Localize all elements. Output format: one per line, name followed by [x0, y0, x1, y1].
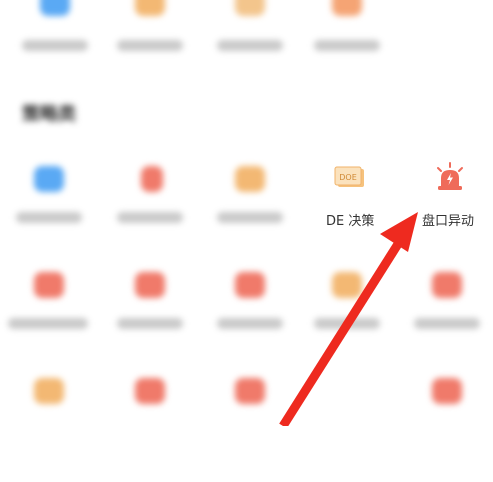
- tool-icon: [235, 378, 265, 404]
- tool-icon: [432, 272, 462, 298]
- market-alert-label: 盘口异动: [422, 214, 475, 229]
- tool-label-placeholder: [314, 40, 380, 51]
- doe-decision-label: DE 决策: [326, 214, 375, 229]
- arrow-head: [380, 212, 418, 252]
- tool-icon: [135, 378, 165, 404]
- tool-item[interactable]: [203, 266, 299, 376]
- tool-label-placeholder: [8, 318, 88, 329]
- alarm-siren-icon: [433, 162, 467, 192]
- tool-label-placeholder: [117, 318, 183, 329]
- tool-icon: [135, 0, 165, 16]
- doe-icon-text: DOE: [339, 173, 357, 182]
- tool-item[interactable]: [103, 372, 199, 482]
- doe-document-icon-svg: DOE: [334, 166, 364, 187]
- alarm-siren-icon-svg: [437, 162, 463, 190]
- tool-icon: [141, 166, 163, 192]
- tool-icon: [235, 272, 265, 298]
- tool-label-placeholder: [117, 212, 183, 223]
- tool-label-placeholder: [217, 212, 283, 223]
- tool-icon: [34, 378, 64, 404]
- tool-item[interactable]: [203, 0, 299, 100]
- tool-label-placeholder: [117, 40, 183, 51]
- tool-item[interactable]: [2, 160, 98, 270]
- tool-label-placeholder: [314, 318, 380, 329]
- tool-label-placeholder: [217, 40, 283, 51]
- tool-item[interactable]: [2, 372, 98, 482]
- doe-document-icon: DOE: [334, 166, 366, 190]
- tool-item[interactable]: [103, 266, 199, 376]
- tool-icon: [235, 0, 265, 16]
- section-title: 策略类: [22, 104, 76, 125]
- tool-label-placeholder: [217, 318, 283, 329]
- tool-icon: [34, 272, 64, 298]
- tool-item[interactable]: [300, 266, 396, 376]
- tool-item[interactable]: [203, 372, 299, 482]
- tool-item[interactable]: [2, 266, 98, 376]
- tool-item[interactable]: [400, 266, 493, 376]
- tool-item[interactable]: [203, 160, 299, 270]
- tool-icon: [34, 166, 64, 192]
- tool-icon: [235, 166, 265, 192]
- tool-item[interactable]: [103, 0, 199, 100]
- tool-icon: [332, 272, 362, 298]
- tool-label-placeholder: [22, 40, 88, 51]
- tool-icon: [40, 0, 70, 16]
- tool-label-placeholder: [16, 212, 82, 223]
- tool-item[interactable]: [103, 160, 199, 270]
- tool-item[interactable]: [8, 0, 104, 100]
- tool-item[interactable]: [300, 0, 396, 100]
- tool-item[interactable]: [400, 372, 493, 482]
- tool-label-placeholder: [414, 318, 480, 329]
- tool-icon: [432, 378, 462, 404]
- tool-icon: [332, 0, 362, 16]
- tool-icon: [135, 272, 165, 298]
